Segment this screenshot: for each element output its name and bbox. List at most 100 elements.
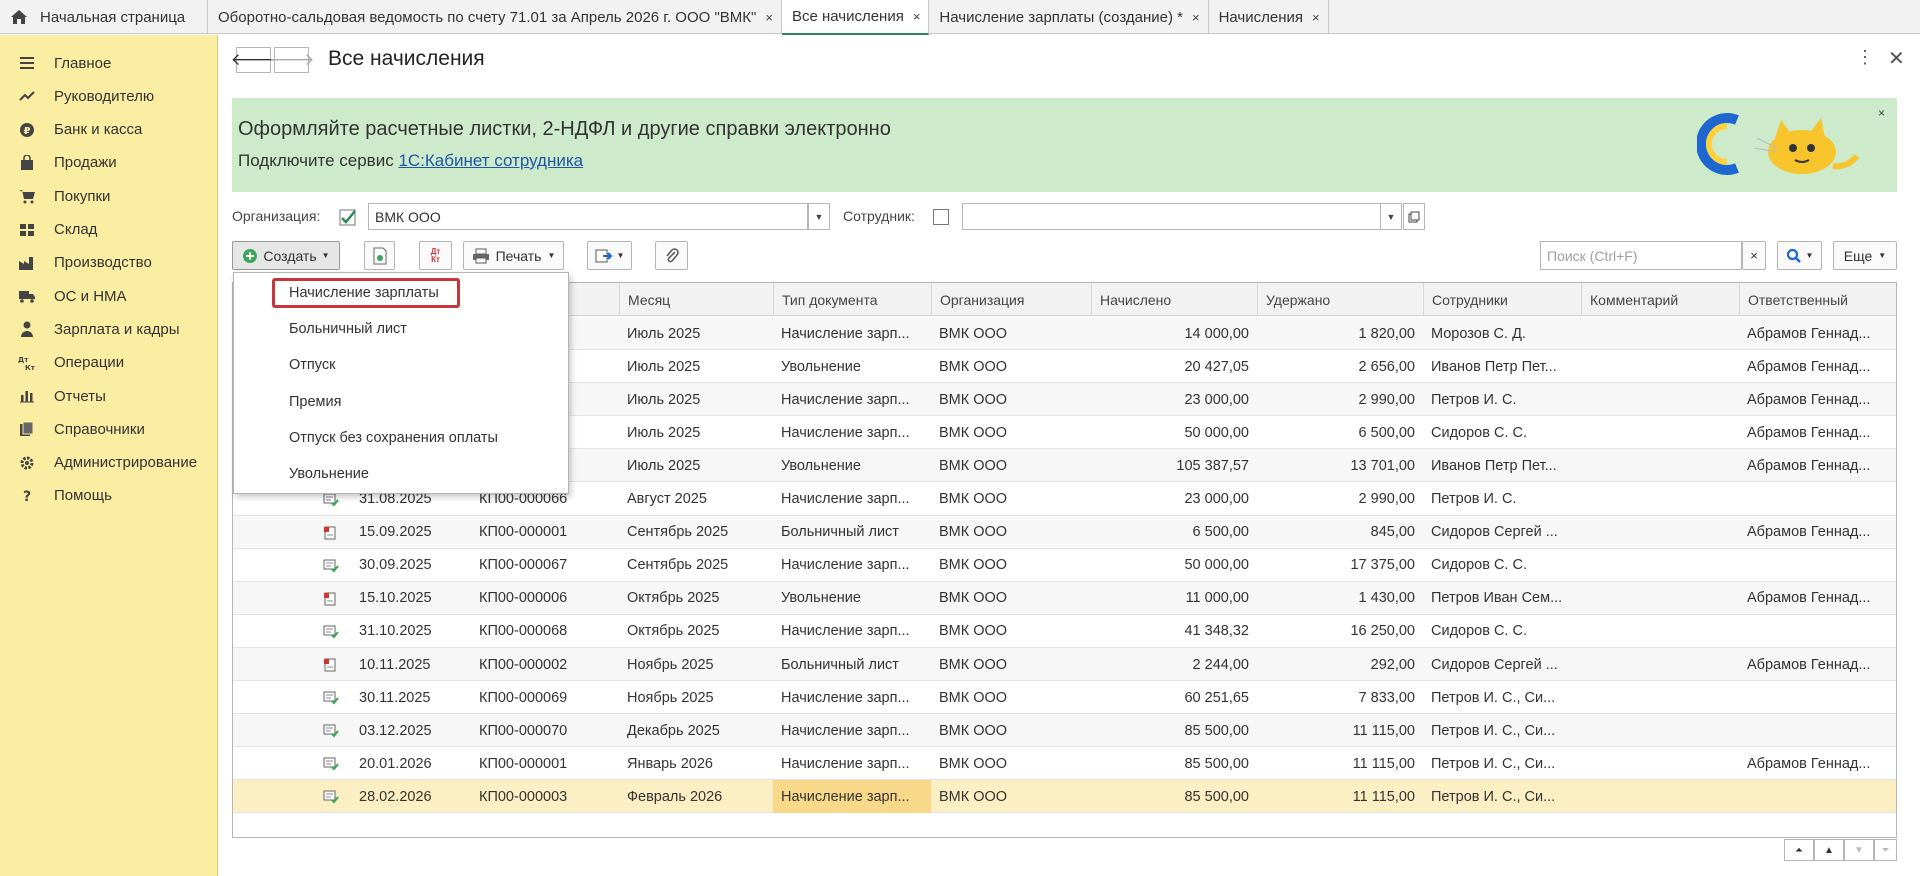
cell-type: Начисление зарп... bbox=[781, 722, 910, 739]
org-dropdown-button[interactable]: ▼ bbox=[808, 203, 830, 230]
sidebar-item[interactable]: Главное bbox=[0, 45, 218, 81]
red-doc-icon bbox=[323, 526, 337, 540]
sidebar-item[interactable]: Производство bbox=[0, 245, 218, 281]
scroll-up-button[interactable]: ▲ bbox=[1814, 839, 1844, 861]
table-row[interactable]: 15.09.2025 КП00-000001 Сентябрь 2025 Больни… bbox=[233, 515, 1896, 549]
create-menu-item[interactable]: Начисление зарплаты bbox=[234, 276, 568, 310]
table-row[interactable]: 28.02.2026 КП00-000003 Февраль 2026 Начисле… bbox=[233, 780, 1896, 814]
create-menu-item[interactable]: Премия bbox=[234, 385, 568, 419]
cart-icon bbox=[18, 187, 36, 205]
sidebar-item[interactable]: ? Помощь bbox=[0, 478, 218, 514]
create-menu-item[interactable]: Увольнение bbox=[234, 457, 568, 491]
sidebar-item[interactable]: Дт Кт Операции bbox=[0, 345, 218, 381]
cell-responsible: Абрамов Геннад... bbox=[1747, 590, 1871, 607]
table-row[interactable]: 30.09.2025 КП00-000067 Сентябрь 2025 Начисл… bbox=[233, 549, 1896, 582]
table-header-cell[interactable]: Ответственный bbox=[1739, 283, 1896, 316]
tab-item[interactable]: Все начисления × bbox=[781, 0, 930, 35]
search-input[interactable]: Поиск (Ctrl+F) bbox=[1540, 241, 1742, 270]
org-checkbox[interactable] bbox=[339, 209, 356, 226]
employee-checkbox[interactable] bbox=[933, 209, 949, 225]
payroll-doc-icon bbox=[323, 757, 339, 771]
open-window-icon bbox=[1408, 211, 1420, 222]
create-menu-item[interactable]: Отпуск без сохранения оплаты bbox=[234, 421, 568, 455]
sidebar-item[interactable]: Зарплата и кадры bbox=[0, 311, 218, 347]
cell-comment bbox=[1581, 483, 1739, 516]
table-row[interactable]: 31.10.2025 КП00-000068 Октябрь 2025 Начисле… bbox=[233, 615, 1896, 648]
tab-item[interactable]: Оборотно-сальдовая ведомость по счету 71… bbox=[208, 0, 782, 34]
cell-type: Начисление зарп... bbox=[781, 325, 910, 342]
table-row[interactable]: 20.01.2026 КП00-000001 Январь 2026 Начислен… bbox=[233, 747, 1896, 781]
sidebar-item[interactable]: Администрирование bbox=[0, 445, 218, 481]
employee-dropdown-button[interactable]: ▼ bbox=[1380, 203, 1402, 230]
sidebar-item[interactable]: Склад bbox=[0, 212, 218, 248]
table-header-cell[interactable]: Удержано bbox=[1257, 283, 1423, 316]
sidebar-item[interactable]: Продажи bbox=[0, 145, 218, 181]
attach-button[interactable] bbox=[655, 241, 688, 270]
more-button[interactable]: Еще ▼ bbox=[1833, 241, 1897, 270]
cell-responsible bbox=[1739, 483, 1896, 516]
scroll-last-button[interactable]: ⏷ bbox=[1874, 839, 1897, 861]
scroll-down-button[interactable]: ▼ bbox=[1844, 839, 1874, 861]
sidebar-item[interactable]: Покупки bbox=[0, 178, 218, 214]
checkmark-icon bbox=[339, 209, 356, 226]
cell-org: ВМК ООО bbox=[939, 491, 1008, 507]
search-button[interactable]: ▼ bbox=[1777, 241, 1822, 270]
plus-circle-icon bbox=[243, 248, 258, 263]
back-button[interactable]: 🡐 bbox=[231, 47, 276, 73]
red-doc-icon bbox=[323, 592, 337, 606]
banner-link[interactable]: 1С:Кабинет сотрудника bbox=[398, 151, 583, 170]
payroll-doc-icon bbox=[323, 724, 339, 738]
cell-month: Ноябрь 2025 bbox=[627, 689, 714, 706]
sidebar-item-label: Главное bbox=[54, 54, 112, 72]
table-header-cell[interactable]: Комментарий bbox=[1581, 283, 1739, 316]
print-button[interactable]: Печать ▼ bbox=[463, 241, 564, 270]
table-header-cell[interactable]: Месяц bbox=[619, 283, 773, 316]
org-field[interactable]: ВМК ООО bbox=[368, 203, 808, 230]
sidebar-item[interactable]: Справочники bbox=[0, 411, 218, 447]
sidebar-item-label: Справочники bbox=[54, 420, 145, 438]
table-header-cell[interactable]: Начислено bbox=[1091, 283, 1257, 316]
table-row[interactable]: 30.11.2025 КП00-000069 Ноябрь 2025 Начислен… bbox=[233, 681, 1896, 715]
table-header-cell[interactable]: Сотрудники bbox=[1423, 283, 1581, 316]
cell-accrued: 14 000,00 bbox=[1184, 325, 1249, 342]
sidebar-item[interactable]: Отчеты bbox=[0, 378, 218, 414]
tab-home[interactable]: Начальная страница bbox=[0, 0, 208, 34]
create-menu-item[interactable]: Больничный лист bbox=[234, 312, 568, 346]
table-header-cell[interactable]: Тип документа bbox=[773, 283, 931, 316]
sidebar-item-label: Отчеты bbox=[54, 387, 106, 405]
cell-comment bbox=[1581, 648, 1739, 681]
up-icon: ▲ bbox=[1824, 844, 1834, 856]
dt-kt-button[interactable]: Дт Кт bbox=[419, 241, 452, 270]
sidebar-item[interactable]: ₽ Банк и касса bbox=[0, 112, 218, 148]
create-menu-item[interactable]: Отпуск bbox=[234, 348, 568, 382]
tab-close-icon[interactable]: × bbox=[1312, 10, 1320, 25]
scroll-first-button[interactable]: ⏶ bbox=[1784, 839, 1814, 861]
tab-item[interactable]: Начисления × bbox=[1209, 0, 1329, 34]
close-icon[interactable]: ✕ bbox=[1888, 46, 1905, 71]
cell-date: 31.10.2025 bbox=[359, 623, 432, 640]
tab-close-icon[interactable]: × bbox=[765, 10, 773, 25]
table-row[interactable]: 15.10.2025 КП00-000006 Октябрь 2025 Увольне… bbox=[233, 581, 1896, 615]
table-row[interactable]: 10.11.2025 КП00-000002 Ноябрь 2025 Больничн… bbox=[233, 648, 1896, 681]
tab-item[interactable]: Начисление зарплаты (создание) * × bbox=[929, 0, 1209, 34]
sidebar-item[interactable]: ОС и НМА bbox=[0, 278, 218, 314]
forward-button[interactable]: 🡒 bbox=[269, 47, 314, 73]
person-icon bbox=[18, 320, 36, 338]
employee-field[interactable] bbox=[962, 203, 1382, 230]
tab-close-icon[interactable]: × bbox=[913, 9, 921, 24]
banner-close-icon[interactable]: × bbox=[1878, 106, 1885, 120]
search-clear-button[interactable]: × bbox=[1742, 241, 1766, 270]
sidebar-item[interactable]: Руководителю bbox=[0, 78, 218, 114]
exchange-button[interactable]: ▼ bbox=[587, 241, 632, 270]
table-header-cell[interactable]: Организация bbox=[931, 283, 1091, 316]
create-button[interactable]: Создать ▼ bbox=[232, 241, 340, 270]
table-row[interactable]: 03.12.2025 КП00-000070 Декабрь 2025 Начисле… bbox=[233, 714, 1896, 748]
cell-org: ВМК ООО bbox=[939, 391, 1008, 408]
cell-accrued: 20 427,05 bbox=[1184, 358, 1249, 375]
copy-button[interactable] bbox=[364, 241, 395, 270]
more-actions-icon[interactable]: ⋮ bbox=[1856, 47, 1874, 68]
employee-open-button[interactable] bbox=[1403, 203, 1425, 230]
cell-number: КП00-000069 bbox=[479, 689, 568, 706]
tab-close-icon[interactable]: × bbox=[1192, 10, 1200, 25]
cell-month: Июль 2025 bbox=[627, 358, 701, 375]
